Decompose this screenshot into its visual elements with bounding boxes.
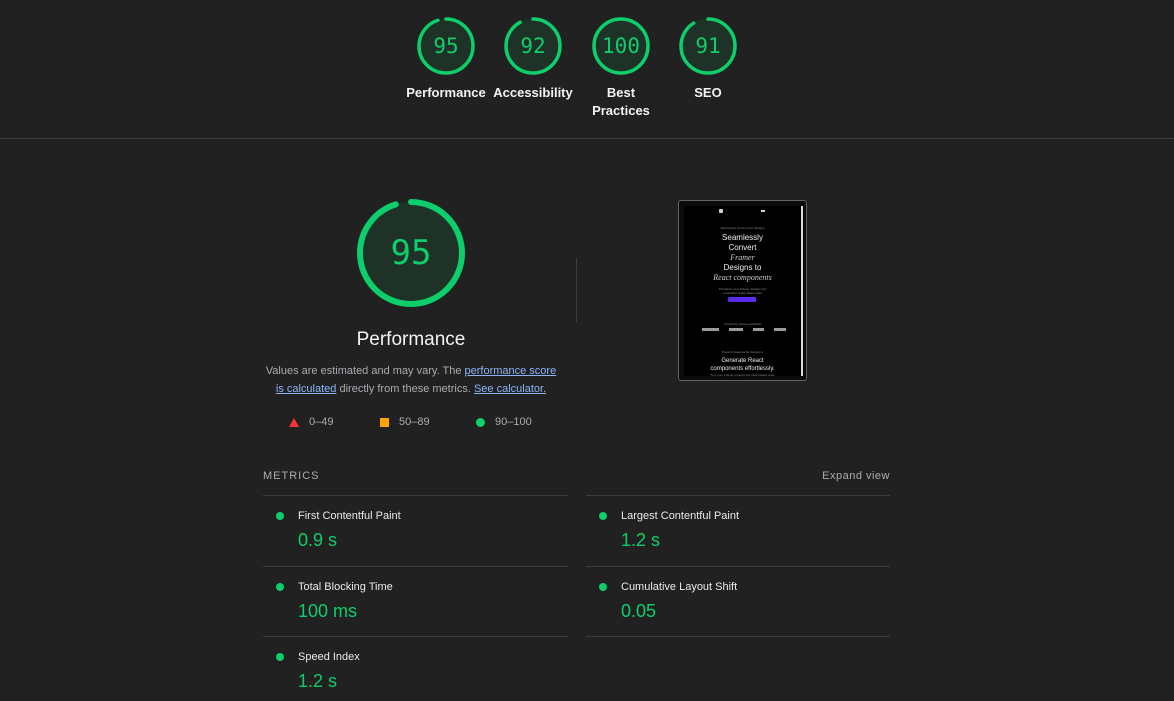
site-logo-icon bbox=[719, 209, 723, 213]
gauge-score: 91 bbox=[695, 34, 721, 58]
heading-line: Framer bbox=[730, 253, 755, 262]
gauge-label: SEO bbox=[694, 85, 722, 100]
metric-speed-index: Speed Index 1.2 s bbox=[263, 637, 568, 701]
heading-line: components effortlessly. bbox=[710, 366, 775, 372]
metric-first-contentful-paint: First Contentful Paint 0.9 s bbox=[263, 496, 568, 566]
divider bbox=[586, 636, 890, 637]
metric-total-blocking-time: Total Blocking Time 100 ms bbox=[263, 567, 568, 637]
metric-name: Cumulative Layout Shift bbox=[621, 581, 738, 593]
metric-name: Total Blocking Time bbox=[298, 581, 393, 593]
metric-name: Speed Index bbox=[298, 651, 360, 663]
legend-average: 50–89 bbox=[380, 415, 430, 429]
screenshot-subheading: Generate React components effortlessly. bbox=[684, 357, 801, 373]
metric-value: 1.2 s bbox=[298, 671, 338, 691]
pass-circle-icon bbox=[599, 512, 607, 520]
legend-pass: 90–100 bbox=[476, 415, 532, 429]
gauge-label: Accessibility bbox=[493, 85, 573, 100]
brand-logo-icon bbox=[753, 328, 764, 331]
screenshot-footnote: Turn your Framer projects into clean Rea… bbox=[710, 373, 775, 377]
screenshot-heading: Seamlessly Convert Framer Designs to Rea… bbox=[684, 233, 801, 283]
legend-fail: 0–49 bbox=[289, 415, 333, 429]
legend-range: 90–100 bbox=[495, 416, 532, 428]
gauge-ring: 100 bbox=[591, 16, 651, 76]
pass-circle-icon bbox=[276, 653, 284, 661]
metric-value: 100 ms bbox=[298, 601, 358, 621]
gauge-ring: 95 bbox=[416, 16, 476, 76]
legend-range: 0–49 bbox=[309, 416, 334, 428]
metric-name: Largest Contentful Paint bbox=[621, 510, 740, 522]
metric-cumulative-layout-shift: Cumulative Layout Shift 0.05 bbox=[586, 567, 891, 637]
screenshot-page: Seamlessly convert your designs Seamless… bbox=[684, 206, 801, 377]
pass-circle-icon bbox=[276, 583, 284, 591]
expand-view-toggle[interactable]: Expand view bbox=[790, 470, 890, 482]
green-circle-icon bbox=[476, 417, 485, 427]
vertical-divider bbox=[576, 258, 577, 322]
gauge-ring: 92 bbox=[503, 16, 563, 76]
brand-logo-icon bbox=[774, 328, 786, 331]
performance-gauge: 95 bbox=[355, 197, 467, 309]
gauge-performance[interactable]: 95 Performance bbox=[396, 16, 496, 102]
gauge-ring: 91 bbox=[678, 16, 738, 76]
metric-value: 1.2 s bbox=[621, 530, 661, 550]
screenshot-caption: Trusted by teams worldwide bbox=[723, 322, 762, 326]
pass-circle-icon bbox=[599, 583, 607, 591]
screenshot-logos bbox=[702, 328, 786, 331]
red-triangle-icon bbox=[289, 417, 299, 427]
screenshot-subtext: production-ready React code bbox=[723, 291, 762, 295]
gauge-seo[interactable]: 91 SEO bbox=[658, 16, 758, 102]
heading-line: Seamlessly bbox=[722, 233, 763, 242]
gauge-score: 92 bbox=[520, 34, 546, 58]
description-text: Values are estimated and may vary. The bbox=[265, 365, 465, 377]
brand-logo-icon bbox=[729, 328, 743, 331]
gauge-accessibility[interactable]: 92 Accessibility bbox=[483, 16, 583, 102]
metric-largest-contentful-paint: Largest Contentful Paint 1.2 s bbox=[586, 496, 891, 566]
performance-title: Performance bbox=[356, 329, 466, 350]
screenshot-cta-button bbox=[728, 297, 756, 302]
heading-line: Designs to bbox=[723, 263, 762, 272]
final-screenshot[interactable]: Seamlessly convert your designs Seamless… bbox=[678, 200, 807, 381]
menu-icon bbox=[761, 210, 765, 212]
pass-circle-icon bbox=[276, 512, 284, 520]
metric-value: 0.9 s bbox=[298, 530, 338, 550]
gauge-best-practices[interactable]: 100 Best Practices bbox=[571, 16, 671, 120]
gauge-score: 95 bbox=[433, 34, 459, 58]
gauge-label: Best Practices bbox=[592, 85, 650, 118]
gauge-label: Performance bbox=[406, 85, 486, 100]
metric-value: 0.05 bbox=[621, 601, 657, 621]
metrics-heading: METRICS bbox=[263, 470, 320, 482]
calculator-link[interactable]: See calculator. bbox=[474, 383, 546, 395]
screenshot-eyebrow: Seamlessly convert your designs bbox=[720, 226, 765, 230]
heading-line: Convert bbox=[728, 243, 757, 252]
gauge-score: 100 bbox=[602, 34, 640, 58]
performance-score: 95 bbox=[390, 233, 432, 273]
heading-line: React components bbox=[713, 273, 772, 282]
description-text: directly from these metrics. bbox=[336, 383, 474, 395]
screenshot-scrollbar bbox=[801, 206, 803, 376]
brand-logo-icon bbox=[702, 328, 719, 331]
scores-header: 95 Performance 92 Accessibility 100 Best… bbox=[0, 0, 1174, 139]
screenshot-eyebrow: Powerful features for designers bbox=[721, 350, 764, 354]
legend-range: 50–89 bbox=[399, 416, 430, 428]
heading-line: Generate React bbox=[721, 358, 764, 364]
metric-name: First Contentful Paint bbox=[298, 510, 401, 522]
orange-square-icon bbox=[380, 417, 389, 427]
performance-description: Values are estimated and may vary. The p… bbox=[262, 362, 560, 398]
